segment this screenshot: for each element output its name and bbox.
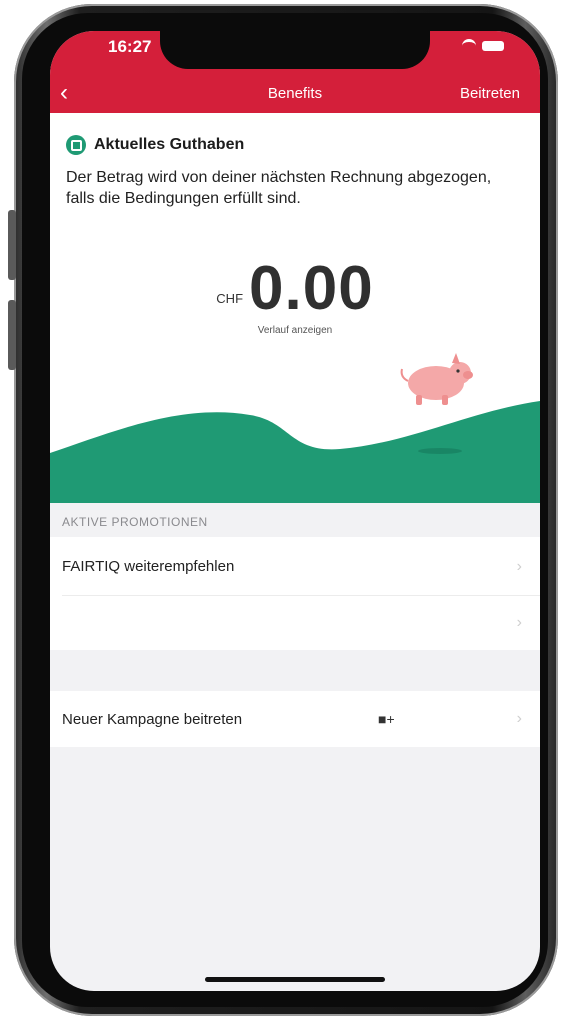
credit-title: Aktuelles Guthaben [94,136,245,153]
credit-header: Aktuelles Guthaben [66,135,244,155]
app-screen: 16:27 ‹ Benefits Beitreten Aktuelles Gut… [50,31,540,991]
wifi-icon [462,39,476,52]
notch [160,31,430,69]
join-campaign-label: Neuer Kampagne beitreten [62,710,243,728]
credit-amount-row: CHF 0.00 [50,253,540,324]
join-campaign-row[interactable]: Neuer Kampagne beitreten ■+ › [50,691,540,747]
home-indicator[interactable] [205,977,385,982]
navigation-bar: ‹ Benefits Beitreten [50,75,540,113]
volume-down-button [8,300,16,370]
chevron-right-icon: › [516,614,522,631]
history-link[interactable]: Verlauf anzeigen [50,325,540,336]
chevron-right-icon: › [516,710,522,727]
promotion-item-refer[interactable]: FAIRTIQ weiterempfehlen › [50,537,540,596]
volume-up-button [8,210,16,280]
green-wave-illustration [50,401,540,503]
credit-card: Aktuelles Guthaben Der Betrag wird von d… [50,113,540,503]
credit-amount: 0.00 [249,254,374,323]
camera-plus-icon: ■+ [378,711,395,727]
chevron-right-icon: › [516,557,522,575]
promotion-item-label: FAIRTIQ weiterempfehlen [62,558,235,575]
promotion-item-empty[interactable]: › [50,596,540,650]
join-button[interactable]: Beitreten [460,85,520,102]
status-time: 16:27 [108,37,152,56]
battery-icon [482,40,504,51]
promotions-section-header: AKTIVE PROMOTIONEN [50,503,540,537]
credit-icon [66,135,86,155]
credit-description: Der Betrag wird von deiner nächsten Rech… [66,169,492,207]
promotions-section-title: AKTIVE PROMOTIONEN [62,515,208,529]
status-icons [462,39,504,52]
currency-label: CHF [216,291,244,306]
